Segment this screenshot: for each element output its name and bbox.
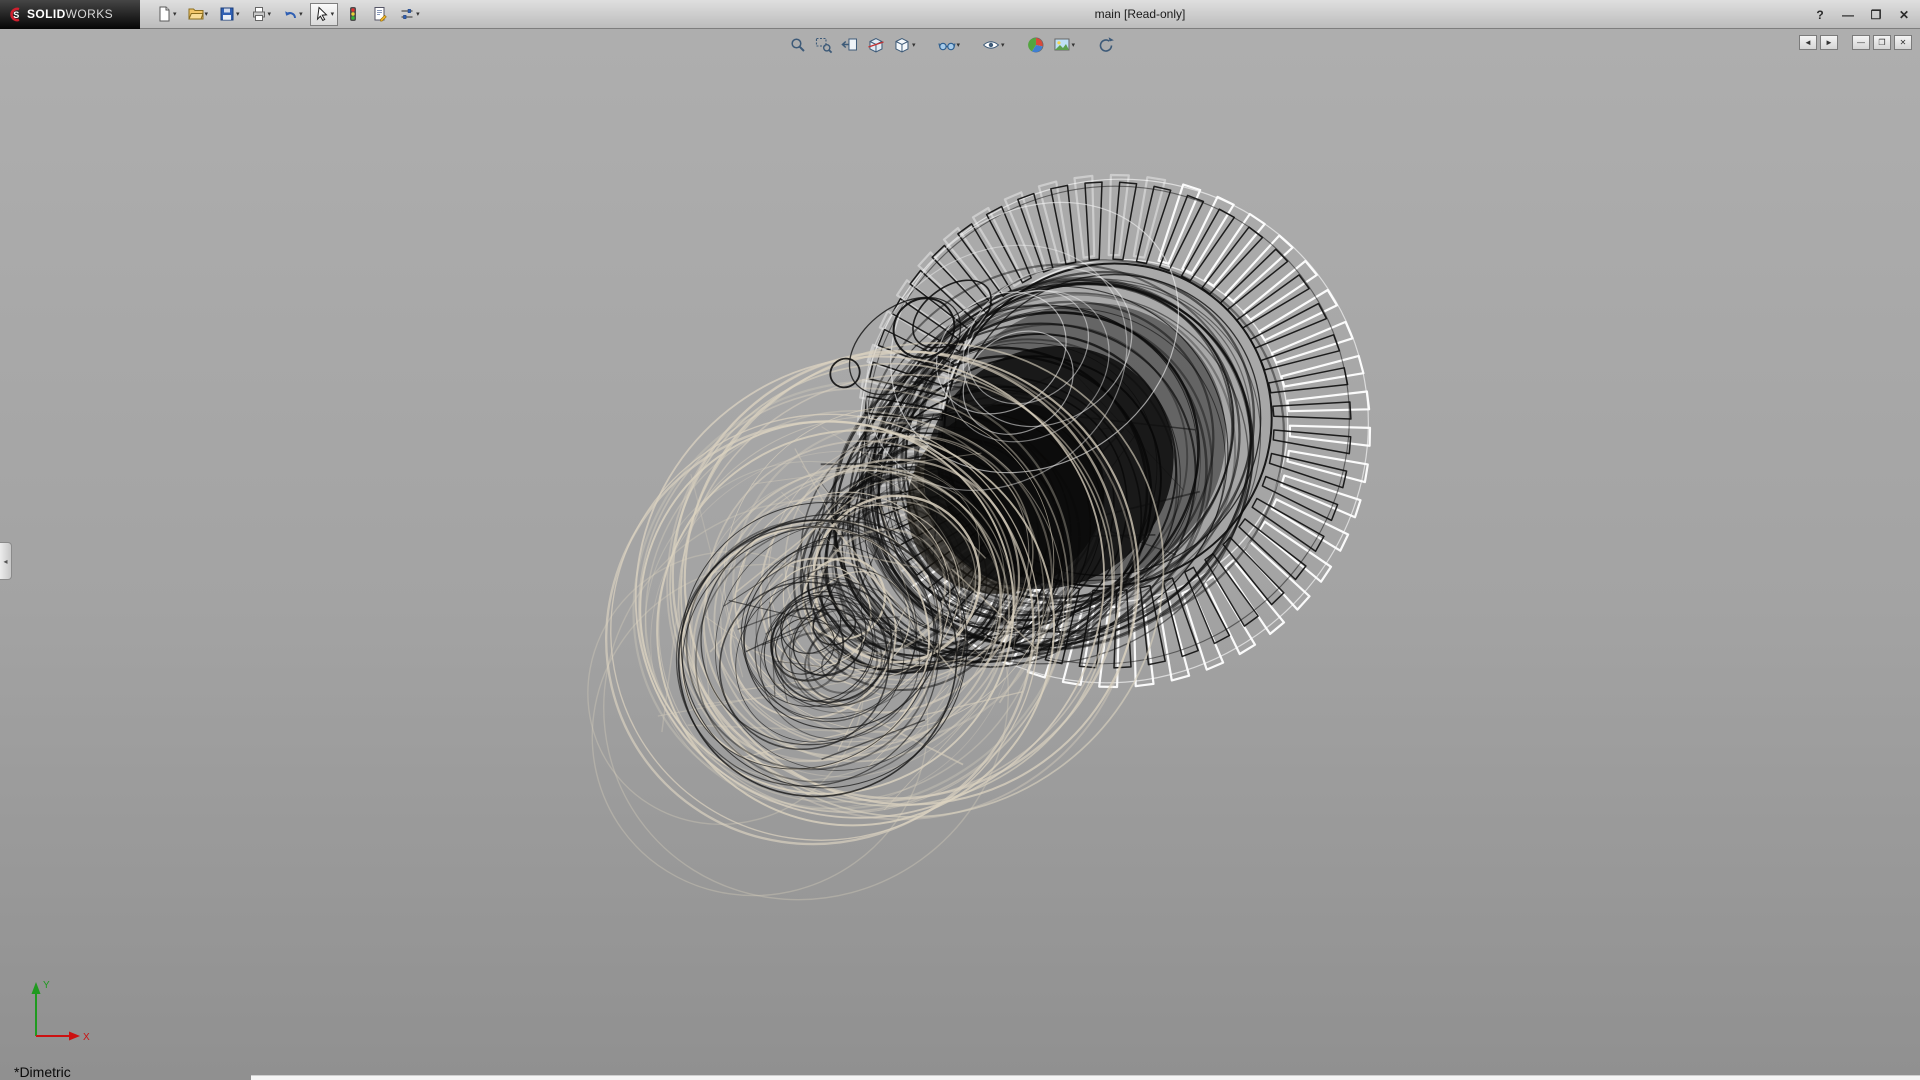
view-orientation-button[interactable]: ▾ (890, 34, 919, 56)
zoom-to-fit-button[interactable] (786, 34, 810, 56)
rotate-view-button[interactable] (1094, 34, 1118, 56)
undo-arrow-icon (282, 6, 298, 22)
reference-triad: Y X (22, 974, 94, 1046)
dropdown-arrow-icon[interactable]: ▾ (331, 3, 335, 26)
heads-up-view-toolbar: ▾ ▾ ▾ (786, 34, 1118, 56)
dropdown-arrow-icon[interactable]: ▾ (236, 3, 240, 26)
wireframe-engine-model[interactable] (0, 29, 1920, 1080)
new-document-button[interactable]: ▾ (152, 3, 181, 26)
previous-window-button[interactable]: ◄ (1799, 35, 1817, 50)
new-document-icon (156, 6, 172, 22)
rebuild-traffic-light-icon (345, 6, 361, 22)
doc-restore-button[interactable]: ❐ (1873, 35, 1891, 50)
file-properties-button[interactable] (368, 3, 392, 26)
document-window-controls: ◄ ► — ❐ ✕ (1799, 35, 1912, 50)
apply-scene-icon (1053, 36, 1071, 54)
close-button[interactable]: ✕ (1896, 8, 1912, 22)
view-orientation-label: *Dimetric (14, 1064, 71, 1080)
previous-view-icon (841, 36, 859, 54)
dassault-3ds-logo-icon: S (8, 7, 23, 22)
restore-button[interactable]: ❐ (1868, 8, 1884, 22)
brand-name-light: WORKS (66, 7, 113, 21)
brand-name: SOLIDWORKS (27, 5, 113, 23)
feature-manager-collapsed-tab[interactable]: ◂ (0, 542, 12, 580)
window-controls: ? — ❐ ✕ (1812, 0, 1912, 29)
triad-x-label: X (83, 1032, 90, 1043)
dropdown-arrow-icon[interactable]: ▾ (956, 34, 960, 57)
logo-letter: S (13, 10, 19, 20)
view-orientation-cube-icon (893, 36, 911, 54)
view-settings-eye-icon (982, 36, 1000, 54)
dropdown-arrow-icon[interactable]: ▾ (205, 3, 209, 26)
print-button[interactable]: ▾ (247, 3, 276, 26)
help-button[interactable]: ? (1812, 8, 1828, 22)
rebuild-button[interactable] (341, 3, 365, 26)
dropdown-arrow-icon[interactable]: ▾ (416, 3, 420, 26)
file-properties-icon (372, 6, 388, 22)
title-bar: S SOLIDWORKS ▾ ▾ ▾ (0, 0, 1920, 29)
open-document-button[interactable]: ▾ (184, 3, 213, 26)
dropdown-arrow-icon[interactable]: ▾ (173, 3, 177, 26)
apply-scene-button[interactable]: ▾ (1050, 34, 1079, 56)
hide-show-items-button[interactable]: ▾ (934, 34, 963, 56)
save-floppy-icon (219, 6, 235, 22)
triad-y-label: Y (43, 980, 50, 991)
solidworks-logo: S SOLIDWORKS (0, 0, 140, 29)
triad-y-arrowhead (32, 982, 41, 994)
section-view-button[interactable] (864, 34, 888, 56)
section-view-icon (867, 36, 885, 54)
dropdown-arrow-icon[interactable]: ▾ (912, 34, 916, 57)
zoom-to-area-button[interactable] (812, 34, 836, 56)
dropdown-arrow-icon[interactable]: ▾ (1072, 34, 1076, 57)
select-button[interactable]: ▾ (310, 3, 339, 26)
rotate-view-icon (1097, 36, 1115, 54)
graphics-viewport: ▾ ▾ ▾ (0, 29, 1920, 1080)
printer-icon (251, 6, 267, 22)
doc-close-button[interactable]: ✕ (1894, 35, 1912, 50)
main-toolbar: ▾ ▾ ▾ ▾ (152, 3, 424, 26)
view-settings-button[interactable]: ▾ (979, 34, 1008, 56)
open-folder-icon (188, 6, 204, 22)
minimize-button[interactable]: — (1840, 8, 1856, 22)
window-title: main [Read-only] (1095, 0, 1186, 29)
save-button[interactable]: ▾ (215, 3, 244, 26)
doc-minimize-button[interactable]: — (1852, 35, 1870, 50)
undo-button[interactable]: ▾ (278, 3, 307, 26)
previous-view-button[interactable] (838, 34, 862, 56)
edit-appearance-ball-icon (1027, 36, 1045, 54)
zoom-to-fit-icon (789, 36, 807, 54)
dropdown-arrow-icon[interactable]: ▾ (268, 3, 272, 26)
next-window-button[interactable]: ► (1820, 35, 1838, 50)
select-cursor-icon (314, 6, 330, 22)
triad-x-arrowhead (69, 1032, 80, 1041)
options-sliders-icon (399, 6, 415, 22)
dropdown-arrow-icon[interactable]: ▾ (1001, 34, 1005, 57)
brand-name-bold: SOLID (27, 7, 66, 21)
status-bar-strip (251, 1075, 1920, 1080)
dropdown-arrow-icon[interactable]: ▾ (299, 3, 303, 26)
options-button[interactable]: ▾ (395, 3, 424, 26)
edit-appearance-button[interactable] (1024, 34, 1048, 56)
zoom-to-area-icon (815, 36, 833, 54)
hide-show-glasses-icon (937, 36, 955, 54)
